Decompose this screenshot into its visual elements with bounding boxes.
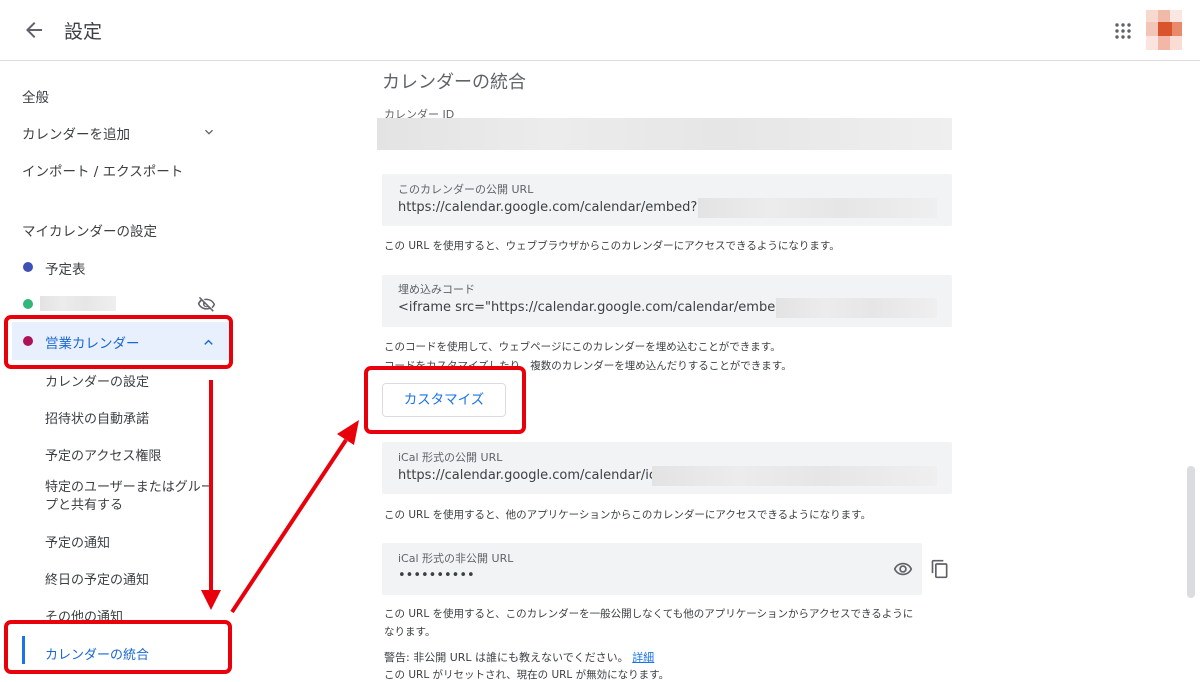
submenu-event-notifications[interactable]: 予定の通知 [45, 532, 110, 551]
reset-note: この URL がリセットされ、現在の URL が無効になります。 [384, 669, 670, 681]
submenu-access-permissions[interactable]: 予定のアクセス権限 [45, 445, 161, 464]
submenu-calendar-settings[interactable]: カレンダーの設定 [45, 371, 149, 390]
ical-public-label: iCal 形式の公開 URL [398, 451, 503, 464]
warning-text: 警告: 非公開 URL は誰にも教えないでください。 詳細 [384, 649, 654, 665]
my-calendars-heading: マイカレンダーの設定 [22, 224, 157, 240]
visibility-off-icon[interactable] [197, 295, 216, 314]
calendar-color-dot [23, 299, 33, 309]
customize-button[interactable]: カスタマイズ [382, 383, 506, 417]
submenu-share-with-people[interactable]: 特定のユーザーまたはグループと共有する [45, 479, 220, 515]
public-url-value[interactable]: https://calendar.google.com/calendar/emb… [398, 200, 727, 215]
nav-add-calendar[interactable]: カレンダーを追加 [22, 123, 130, 143]
warning-message: 警告: 非公開 URL は誰にも教えないでください。 [384, 651, 629, 664]
visibility-icon[interactable] [893, 559, 913, 579]
account-avatar[interactable] [1146, 10, 1182, 54]
back-arrow-icon[interactable] [22, 18, 46, 42]
embed-code-label: 埋め込みコード [398, 283, 475, 296]
nav-import-export[interactable]: インポート / エクスポート [22, 160, 183, 180]
annotation-box-integrate [4, 620, 232, 674]
ical-public-value[interactable]: https://calendar.google.com/calendar/ica… [398, 468, 672, 483]
warning-details-link[interactable]: 詳細 [632, 651, 654, 664]
redacted-url-part [698, 198, 937, 218]
public-url-label: このカレンダーの公開 URL [398, 183, 534, 196]
annotation-arrowhead-down [201, 590, 221, 610]
ical-private-help-2: なります。 [384, 626, 436, 638]
public-url-help: この URL を使用すると、ウェブブラウザからこのカレンダーにアクセスできるよう… [384, 240, 840, 252]
redacted-url-part [652, 466, 937, 486]
submenu-all-day-notifications[interactable]: 終日の予定の通知 [45, 569, 149, 588]
embed-help-1: このコードを使用して、ウェブページにこのカレンダーを埋め込むことができます。 [384, 341, 781, 353]
chevron-down-icon[interactable] [201, 124, 217, 140]
ical-public-help: この URL を使用すると、他のアプリケーションからこのカレンダーにアクセスでき… [384, 509, 872, 521]
annotation-arrow-diagonal [230, 438, 348, 614]
scrollbar-thumb[interactable] [1187, 466, 1195, 598]
calendar-item-schedule[interactable]: 予定表 [45, 258, 86, 278]
submenu-auto-accept[interactable]: 招待状の自動承諾 [45, 408, 149, 427]
redacted-calendar-id [377, 118, 952, 150]
ical-private-help-1: この URL を使用すると、このカレンダーを一般公開しなくても他のアプリケーショ… [384, 608, 914, 620]
annotation-arrowhead-diagonal [337, 420, 359, 445]
annotation-box-sidebar-calendar [4, 315, 233, 369]
top-app-bar [0, 0, 1200, 61]
embed-code-value[interactable]: <iframe src="https://calendar.google.com… [398, 300, 820, 315]
page-title: 設定 [64, 21, 103, 43]
calendar-color-dot [23, 262, 33, 272]
redacted-url-part [776, 298, 937, 318]
redacted-calendar-name [40, 296, 116, 311]
ical-private-label: iCal 形式の非公開 URL [398, 552, 514, 565]
copy-icon[interactable] [930, 558, 950, 580]
apps-grid-icon[interactable] [1114, 22, 1132, 40]
section-title: カレンダーの統合 [382, 72, 526, 93]
ical-private-value[interactable]: •••••••••• [398, 568, 475, 583]
nav-general[interactable]: 全般 [22, 86, 49, 106]
